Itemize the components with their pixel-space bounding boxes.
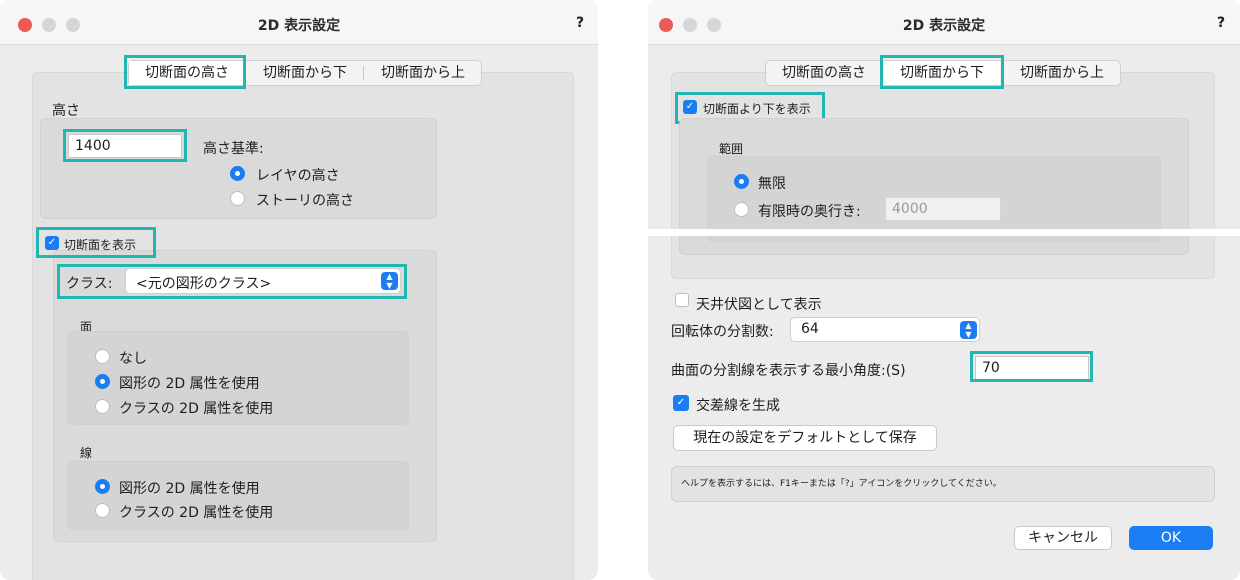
intersection-checkbox[interactable]: ✓ xyxy=(673,395,689,411)
depth-input[interactable]: 4000 xyxy=(885,197,1001,221)
rotation-segments-select[interactable]: 64 ▲ ▼ xyxy=(790,317,980,342)
ceiling-plan-checkbox[interactable] xyxy=(675,293,689,307)
radio-finite-depth[interactable] xyxy=(734,202,749,217)
radio-story-height-label: ストーリの高さ xyxy=(256,193,354,209)
tab-divider xyxy=(363,66,364,80)
help-icon[interactable]: ? xyxy=(1217,15,1225,31)
tab-below-cut[interactable]: 切断面から下 xyxy=(247,61,363,85)
radio-infinite-label: 無限 xyxy=(758,176,786,192)
window-title: 2D 表示設定 xyxy=(257,18,341,34)
ceiling-plan-label: 天井伏図として表示 xyxy=(696,297,822,313)
help-text: ヘルプを表示するには、F1キーまたは「?」アイコンをクリックしてください。 xyxy=(681,479,1002,489)
height-section-label: 高さ xyxy=(52,103,80,119)
radio-layer-height[interactable] xyxy=(230,166,245,181)
highlight-show-cut xyxy=(36,227,156,258)
title-bar: 2D 表示設定 ? xyxy=(648,0,1240,45)
radio-line-object[interactable] xyxy=(95,479,110,494)
radio-face-object-label: 図形の 2D 属性を使用 xyxy=(119,376,260,392)
right-dialog: 2D 表示設定 ? 切断面の高さ 切断面から下 切断面から上 ✓ 切断面より下を… xyxy=(648,0,1240,580)
range-label: 範囲 xyxy=(719,142,744,156)
cancel-button[interactable]: キャンセル xyxy=(1014,526,1112,550)
radio-infinite[interactable] xyxy=(734,174,749,189)
line-section-label: 線 xyxy=(80,446,93,460)
radio-line-class[interactable] xyxy=(95,503,110,518)
highlight-tab xyxy=(124,55,246,89)
radio-face-class-label: クラスの 2D 属性を使用 xyxy=(119,401,274,417)
divider-strip xyxy=(648,229,1240,236)
window-title: 2D 表示設定 xyxy=(902,18,986,34)
highlight-class-select xyxy=(57,264,407,299)
radio-face-class[interactable] xyxy=(95,399,110,414)
help-icon[interactable]: ? xyxy=(576,15,584,31)
rotation-segments-value: 64 xyxy=(801,321,819,337)
highlight-height-input xyxy=(63,129,187,162)
tab-above-cut[interactable]: 切断面から上 xyxy=(365,61,481,85)
radio-line-object-label: 図形の 2D 属性を使用 xyxy=(119,481,260,497)
intersection-label: 交差線を生成 xyxy=(696,398,780,414)
radio-layer-height-label: レイヤの高さ xyxy=(256,168,340,184)
radio-story-height[interactable] xyxy=(230,191,245,206)
radio-line-class-label: クラスの 2D 属性を使用 xyxy=(119,505,274,521)
radio-face-none[interactable] xyxy=(95,349,110,364)
ok-button[interactable]: OK xyxy=(1129,526,1213,550)
height-basis-label: 高さ基準: xyxy=(203,141,264,157)
highlight-min-angle xyxy=(970,351,1093,382)
min-angle-label: 曲面の分割線を表示する最小角度:(S) xyxy=(671,363,906,379)
radio-finite-depth-label: 有限時の奥行き: xyxy=(758,204,861,220)
title-bar: 2D 表示設定 ? xyxy=(0,0,598,45)
save-default-button[interactable]: 現在の設定をデフォルトとして保存 xyxy=(673,425,937,451)
rotation-select-arrows-icon: ▲ ▼ xyxy=(960,321,977,339)
tab-above-cut[interactable]: 切断面から上 xyxy=(1004,61,1120,85)
rotation-segments-label: 回転体の分割数: xyxy=(671,324,774,340)
radio-face-object[interactable] xyxy=(95,374,110,389)
radio-face-none-label: なし xyxy=(119,351,147,367)
highlight-tab xyxy=(880,55,1004,89)
tab-cut-height[interactable]: 切断面の高さ xyxy=(766,61,882,85)
left-dialog: 2D 表示設定 ? 切断面の高さ 切断面から下 切断面から上 高さ 1400 高… xyxy=(0,0,598,580)
